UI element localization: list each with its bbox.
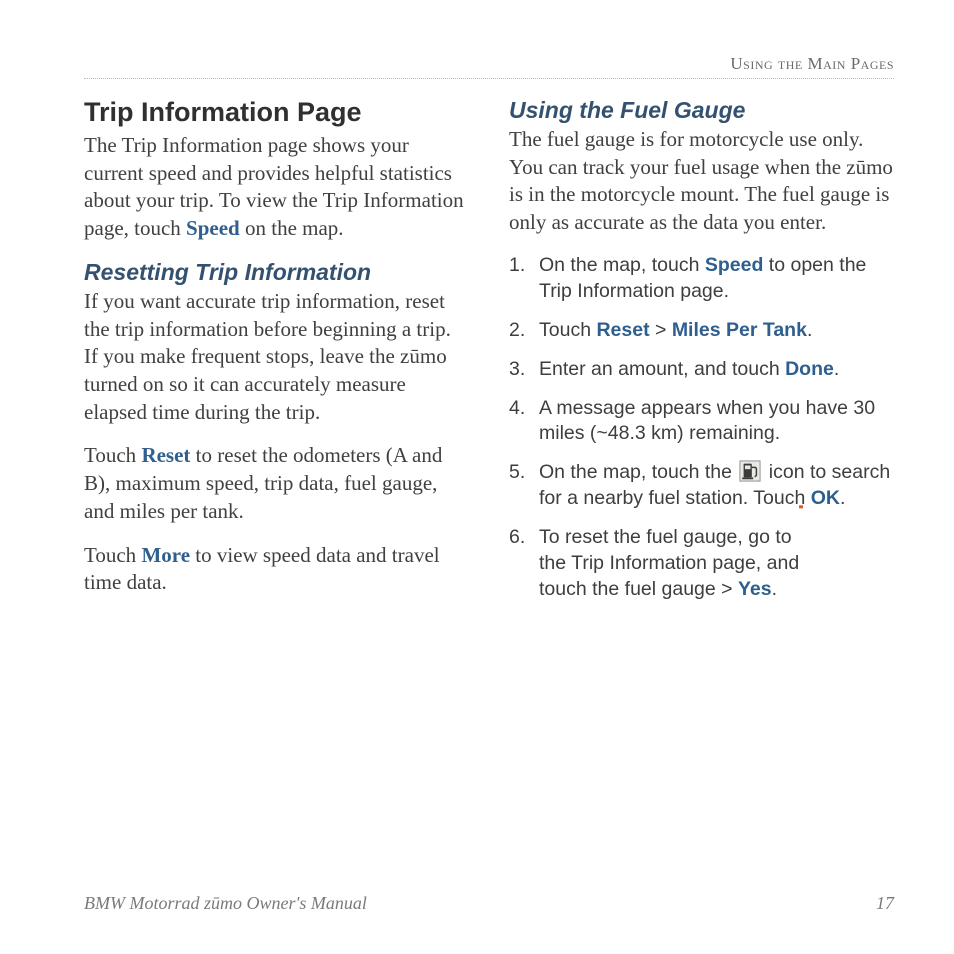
heading-trip-information: Trip Information Page <box>84 97 469 128</box>
link-yes[interactable]: Yes <box>738 578 772 600</box>
paragraph-touch-more: Touch More to view speed data and travel… <box>84 542 469 597</box>
paragraph-intro: The Trip Information page shows your cur… <box>84 132 469 243</box>
link-ok[interactable]: OK <box>811 487 840 509</box>
step-2: Touch Reset > Miles Per Tank. <box>509 318 894 344</box>
paragraph-fuel-intro: The fuel gauge is for motorcycle use onl… <box>509 126 894 237</box>
step-6: To reset the fuel gauge, go to the Trip … <box>509 525 894 603</box>
link-done[interactable]: Done <box>785 358 834 380</box>
step-4: A message appears when you have 30 miles… <box>509 396 894 448</box>
fuel-gauge-icon <box>822 527 894 599</box>
text: . <box>834 358 839 380</box>
text: . <box>772 578 777 600</box>
text: . <box>807 319 812 341</box>
text: . <box>840 487 845 509</box>
text: Touch <box>84 543 141 567</box>
link-speed[interactable]: Speed <box>705 254 764 276</box>
right-column: Using the Fuel Gauge The fuel gauge is f… <box>509 97 894 616</box>
left-column: Trip Information Page The Trip Informati… <box>84 97 469 616</box>
fuel-pump-icon <box>739 460 761 482</box>
link-reset[interactable]: Reset <box>141 443 190 467</box>
steps-list: On the map, touch Speed to open the Trip… <box>509 253 894 603</box>
step-1: On the map, touch Speed to open the Trip… <box>509 253 894 305</box>
heading-resetting-trip-info: Resetting Trip Information <box>84 259 469 286</box>
text: On the map, touch <box>539 254 705 276</box>
footer-title: BMW Motorrad zūmo Owner's Manual <box>84 893 367 914</box>
text: Touch <box>84 443 141 467</box>
link-reset[interactable]: Reset <box>596 319 649 341</box>
paragraph-touch-reset: Touch Reset to reset the odometers (A an… <box>84 442 469 525</box>
paragraph-reset-info: If you want accurate trip information, r… <box>84 288 469 427</box>
text: Enter an amount, and touch <box>539 358 785 380</box>
two-column-layout: Trip Information Page The Trip Informati… <box>84 97 894 616</box>
link-miles-per-tank[interactable]: Miles Per Tank <box>672 319 807 341</box>
text: Touch <box>539 319 596 341</box>
page-footer: BMW Motorrad zūmo Owner's Manual 17 <box>84 893 894 914</box>
text: On the map, touch the <box>539 461 737 483</box>
text: on the map. <box>240 216 344 240</box>
step-5: On the map, touch the icon to search for… <box>509 460 894 512</box>
running-head: Using the Main Pages <box>84 54 894 79</box>
page-number: 17 <box>876 893 894 914</box>
link-more[interactable]: More <box>141 543 190 567</box>
link-speed[interactable]: Speed <box>186 216 240 240</box>
step-3: Enter an amount, and touch Done. <box>509 357 894 383</box>
text: > <box>650 319 672 341</box>
heading-fuel-gauge: Using the Fuel Gauge <box>509 97 894 124</box>
